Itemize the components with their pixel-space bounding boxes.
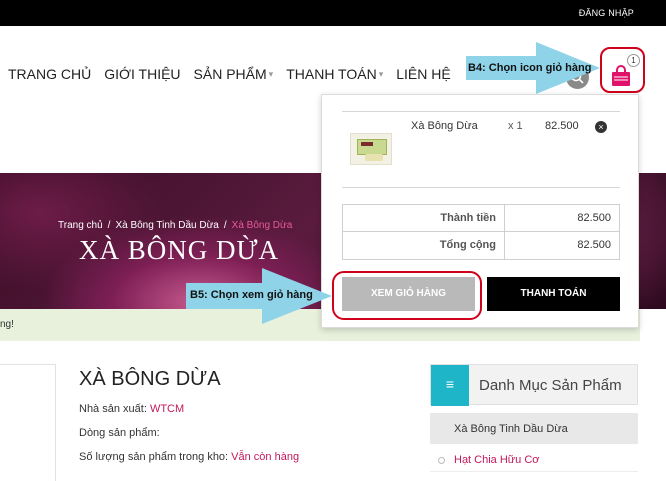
thumbnail-label (361, 142, 373, 146)
step4-annotation: B4: Chọn icon giỏ hàng (468, 62, 592, 74)
cart-item-qty: x 1 (508, 120, 523, 132)
breadcrumb-home[interactable]: Trang chủ (58, 220, 103, 231)
breadcrumb-separator: / (107, 220, 111, 231)
sidebar-title: Danh Mục Sản Phẩm (479, 377, 622, 394)
remove-item-icon[interactable]: × (595, 121, 607, 133)
menu-icon[interactable]: ≡ (431, 365, 469, 406)
manufacturer-link[interactable]: WTCM (150, 403, 184, 415)
sidebar-item-label: Hạt Chia Hữu Cơ (454, 454, 540, 466)
sidebar-item-coconut-soap[interactable]: Xà Bông Tinh Dầu Dừa (430, 413, 638, 444)
step5-annotation: B5: Chọn xem giỏ hàng (190, 289, 313, 301)
breadcrumb-separator: / (223, 220, 227, 231)
cart-item-name[interactable]: Xà Bông Dừa (411, 120, 478, 132)
sidebar-item-chia-seeds[interactable]: Hạt Chia Hữu Cơ (430, 448, 638, 472)
highlight-outline (332, 271, 482, 320)
stock-label: Số lượng sản phẩm trong kho: (79, 451, 229, 463)
cart-button[interactable]: 1 (600, 47, 645, 93)
stock-value: Vẫn còn hàng (231, 451, 300, 463)
subtotal-row: Thành tiền 82.500 (343, 205, 619, 232)
product-image-box[interactable] (0, 364, 56, 481)
login-link[interactable]: ĐĂNG NHẬP (579, 8, 634, 18)
subtotal-label: Thành tiền (343, 205, 505, 232)
thumbnail-soap (365, 154, 383, 161)
breadcrumb-category[interactable]: Xà Bông Tinh Dầu Dừa (115, 220, 218, 231)
breadcrumb: Trang chủ / Xà Bông Tinh Dầu Dừa / Xà Bông D… (58, 220, 292, 231)
notice-text: ng! (0, 319, 14, 330)
nav-label: LIÊN HỆ (396, 66, 451, 82)
divider (342, 111, 620, 112)
total-value: 82.500 (577, 239, 611, 251)
nav-label: SẢN PHẨM (193, 66, 267, 82)
product-line-label: Dòng sản phẩm: (79, 427, 160, 439)
nav-checkout[interactable]: THANH TOÁN ▾ (286, 66, 383, 82)
nav-label: GIỚI THIỆU (104, 66, 181, 82)
banner-title: XÀ BÔNG DỪA (79, 235, 279, 265)
subtotal-value: 82.500 (577, 212, 611, 224)
nav-label: TRANG CHỦ (8, 66, 92, 82)
nav-contact[interactable]: LIÊN HỆ (396, 66, 450, 82)
main-nav: TRANG CHỦ GIỚI THIỆU SẢN PHẨM ▾ THANH TOÁ… (8, 66, 451, 82)
product-stock: Số lượng sản phẩm trong kho: Vẫn còn hàn… (79, 451, 299, 463)
product-manufacturer: Nhà sản xuất: WTCM (79, 403, 184, 415)
chevron-down-icon: ▾ (378, 68, 384, 79)
nav-products[interactable]: SẢN PHẨM ▾ (194, 66, 274, 82)
cart-totals-table: Thành tiền 82.500 Tổng cộng 82.500 (342, 204, 620, 260)
nav-home[interactable]: TRANG CHỦ (8, 66, 91, 82)
product-line: Dòng sản phẩm: (79, 427, 160, 439)
checkout-button[interactable]: THANH TOÁN (487, 277, 620, 311)
shopping-bag-icon (612, 65, 630, 86)
nav-about[interactable]: GIỚI THIỆU (104, 66, 180, 82)
sidebar-header: ≡ Danh Mục Sản Phẩm (430, 364, 638, 406)
total-label: Tổng cộng (343, 232, 505, 259)
sidebar-item-label: Xà Bông Tinh Dầu Dừa (454, 423, 568, 435)
cart-count-badge: 1 (627, 54, 640, 67)
breadcrumb-current: Xà Bông Dừa (231, 220, 293, 231)
product-title: XÀ BÔNG DỪA (79, 368, 221, 390)
category-sidebar: ≡ Danh Mục Sản Phẩm Xà Bông Tinh Dầu Dừa… (430, 364, 638, 481)
page: ĐĂNG NHẬP TRANG CHỦ GIỚI THIỆU SẢN PHẨM ▾… (0, 0, 666, 481)
bullet-icon (438, 457, 445, 464)
top-bar: ĐĂNG NHẬP (0, 0, 666, 26)
divider (342, 187, 620, 188)
cart-item-price: 82.500 (545, 120, 579, 132)
nav-label: THANH TOÁN (286, 66, 377, 82)
manufacturer-label: Nhà sản xuất: (79, 403, 147, 415)
product-thumbnail[interactable] (350, 133, 392, 165)
chevron-down-icon: ▾ (268, 68, 274, 79)
total-row: Tổng cộng 82.500 (343, 232, 619, 259)
